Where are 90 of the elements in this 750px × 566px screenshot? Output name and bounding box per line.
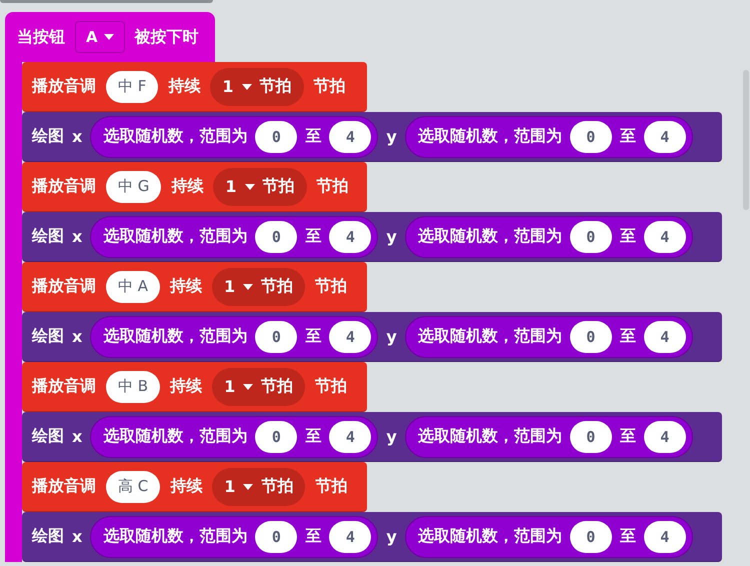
number-field[interactable]: 0 bbox=[255, 420, 298, 452]
number-field[interactable]: 4 bbox=[329, 520, 372, 552]
axis-label: x bbox=[72, 327, 82, 346]
number-field[interactable]: 0 bbox=[570, 120, 612, 152]
block-label: 至 bbox=[620, 226, 636, 247]
number-field[interactable]: 4 bbox=[329, 120, 372, 152]
block-label: 播放音调 bbox=[32, 76, 96, 97]
button-dropdown[interactable]: A bbox=[75, 21, 125, 53]
block-label: 至 bbox=[305, 426, 322, 447]
caret-icon bbox=[104, 34, 114, 40]
number-field[interactable]: 0 bbox=[255, 320, 298, 352]
number-field[interactable]: 0 bbox=[255, 520, 298, 552]
axis-label: y bbox=[386, 527, 397, 546]
note-field[interactable]: 中 A bbox=[106, 270, 160, 302]
block-label: 至 bbox=[305, 526, 322, 547]
number-field[interactable]: 4 bbox=[329, 420, 372, 452]
number-field[interactable]: 4 bbox=[329, 320, 372, 352]
block-label: 绘图 bbox=[32, 226, 64, 247]
block-label: 节拍 bbox=[315, 376, 348, 397]
number-field[interactable]: 0 bbox=[570, 520, 612, 552]
number-field[interactable]: 4 bbox=[644, 520, 686, 552]
block-label: 播放音调 bbox=[32, 276, 96, 297]
block-label: 至 bbox=[305, 226, 322, 247]
block-label: 选取随机数，范围为 bbox=[418, 426, 562, 447]
number-field[interactable]: 4 bbox=[644, 420, 686, 452]
block-label: 至 bbox=[620, 126, 636, 147]
block-label: 至 bbox=[620, 526, 636, 547]
block-label: 持续 bbox=[170, 476, 202, 497]
number-field[interactable]: 0 bbox=[570, 220, 612, 252]
block-label: 持续 bbox=[168, 76, 200, 97]
block-label: 持续 bbox=[170, 376, 202, 397]
block-label: 播放音调 bbox=[32, 376, 96, 397]
block-label: 选取随机数，范围为 bbox=[418, 526, 562, 547]
axis-label: y bbox=[386, 127, 397, 146]
block-label: 至 bbox=[305, 326, 322, 347]
block-label: 选取随机数，范围为 bbox=[103, 326, 248, 347]
block-label: 至 bbox=[620, 326, 636, 347]
block-label: 选取随机数，范围为 bbox=[103, 426, 248, 447]
beats-dropdown[interactable]: 1 节拍 bbox=[210, 68, 304, 106]
block-label: 绘图 bbox=[32, 126, 64, 147]
block-label: 节拍 bbox=[315, 476, 348, 497]
number-field[interactable]: 0 bbox=[570, 420, 612, 452]
block-label: 播放音调 bbox=[32, 476, 96, 497]
block-label: 选取随机数，范围为 bbox=[418, 226, 562, 247]
block-label: 绘图 bbox=[32, 526, 64, 547]
number-field[interactable]: 4 bbox=[644, 220, 686, 252]
axis-label: x bbox=[72, 427, 82, 446]
caret-icon bbox=[244, 184, 255, 190]
axis-label: y bbox=[386, 227, 397, 246]
block-label: 至 bbox=[305, 126, 322, 147]
note-field[interactable]: 中 B bbox=[106, 370, 160, 402]
block-label: 绘图 bbox=[32, 326, 64, 347]
block-label: 播放音调 bbox=[32, 176, 96, 197]
beats-dropdown[interactable]: 1 节拍 bbox=[212, 268, 306, 306]
note-field[interactable]: 中 G bbox=[106, 170, 162, 202]
number-field[interactable]: 0 bbox=[570, 320, 612, 352]
number-field[interactable]: 4 bbox=[644, 320, 686, 352]
block-label: 至 bbox=[620, 426, 636, 447]
beats-dropdown[interactable]: 1 节拍 bbox=[212, 368, 306, 406]
block-label: 选取随机数，范围为 bbox=[103, 126, 248, 147]
note-field[interactable]: 中 F bbox=[106, 70, 158, 102]
number-field[interactable]: 0 bbox=[255, 120, 298, 152]
number-field[interactable]: 4 bbox=[644, 120, 686, 152]
block-label: 持续 bbox=[171, 176, 204, 197]
caret-icon bbox=[243, 484, 254, 490]
axis-label: x bbox=[72, 127, 82, 146]
block-label: 选取随机数，范围为 bbox=[103, 526, 248, 547]
block-label: 绘图 bbox=[32, 426, 64, 447]
block-label: 当按钮 bbox=[17, 26, 65, 48]
axis-label: y bbox=[386, 327, 397, 346]
block-label: 持续 bbox=[170, 276, 202, 297]
axis-label: x bbox=[72, 527, 82, 546]
scrollbar[interactable] bbox=[743, 70, 749, 210]
block-label: 选取随机数，范围为 bbox=[418, 326, 562, 347]
block-label: 节拍 bbox=[316, 176, 349, 197]
note-field[interactable]: 高 C bbox=[106, 470, 160, 502]
beats-dropdown[interactable]: 1 节拍 bbox=[213, 168, 307, 206]
caret-icon bbox=[243, 284, 254, 290]
caret-icon bbox=[242, 84, 252, 90]
block-label: 选取随机数，范围为 bbox=[103, 226, 248, 247]
block-label: 节拍 bbox=[314, 76, 346, 97]
block-label: 被按下时 bbox=[134, 26, 199, 48]
caret-icon bbox=[243, 384, 254, 390]
block-label: 节拍 bbox=[315, 276, 348, 297]
block-label: 选取随机数，范围为 bbox=[418, 126, 562, 147]
axis-label: x bbox=[72, 227, 82, 246]
number-field[interactable]: 4 bbox=[329, 220, 372, 252]
axis-label: y bbox=[386, 427, 397, 446]
beats-dropdown[interactable]: 1 节拍 bbox=[212, 468, 306, 506]
number-field[interactable]: 0 bbox=[255, 220, 298, 252]
